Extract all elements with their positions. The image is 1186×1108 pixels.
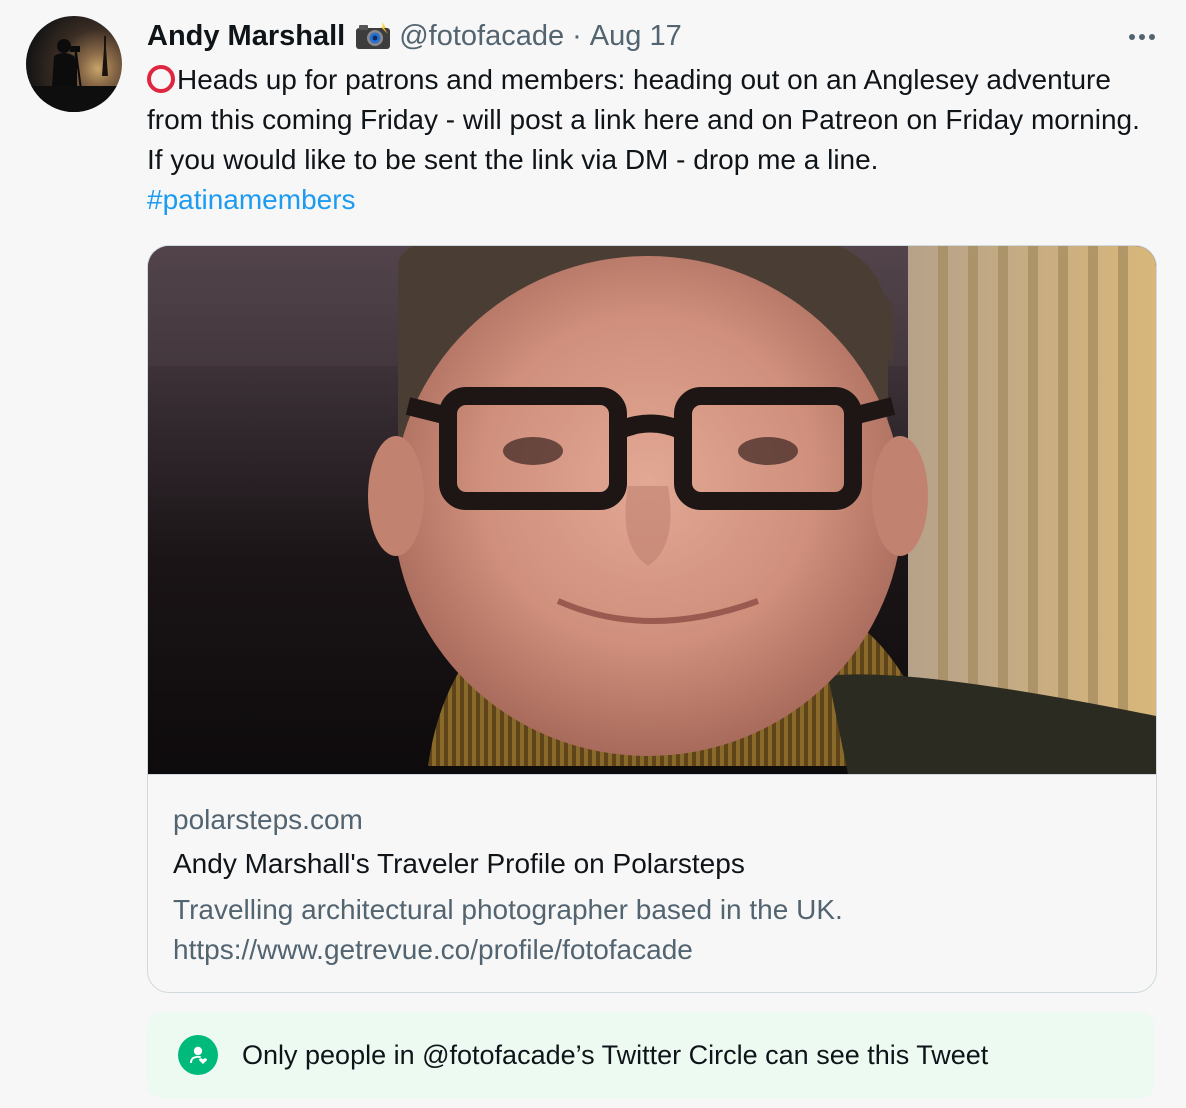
twitter-circle-notice: Only people in @fotofacade’s Twitter Cir…	[147, 1012, 1155, 1098]
card-description-line: Travelling architectural photographer ba…	[173, 894, 843, 925]
card-image	[148, 246, 1156, 775]
circle-notice-text: Only people in @fotofacade’s Twitter Cir…	[242, 1039, 989, 1070]
header-separator: ·	[572, 19, 582, 52]
twitter-circle-icon	[178, 1035, 218, 1075]
author-name[interactable]: Andy Marshall	[147, 20, 345, 53]
card-info: polarsteps.com Andy Marshall's Traveler …	[173, 802, 1131, 970]
tweet-date[interactable]: Aug 17	[590, 20, 682, 53]
card-domain: polarsteps.com	[173, 804, 363, 835]
tweet-header: Andy Marshall @fotofacade · Aug 17	[147, 18, 682, 54]
hollow-red-circle-icon	[147, 65, 175, 93]
author-avatar[interactable]	[26, 16, 122, 112]
tweet-text: Heads up for patrons and members: headin…	[147, 60, 1157, 220]
card-title: Andy Marshall's Traveler Profile on Pola…	[173, 848, 745, 879]
camera-with-flash-icon	[355, 22, 391, 50]
more-options-icon[interactable]	[1124, 22, 1160, 52]
tweet-body: Heads up for patrons and members: headin…	[147, 64, 1140, 175]
hashtag-link[interactable]: #patinamembers	[147, 180, 1157, 220]
card-description: Travelling architectural photographer ba…	[173, 890, 1131, 970]
link-preview-card[interactable]: polarsteps.com Andy Marshall's Traveler …	[147, 245, 1157, 993]
card-description-line: https://www.getrevue.co/profile/fotofaca…	[173, 934, 693, 965]
author-handle[interactable]: @fotofacade	[399, 20, 564, 53]
avatar-silhouette-image	[26, 34, 122, 112]
profile-photo-image	[148, 246, 1156, 774]
